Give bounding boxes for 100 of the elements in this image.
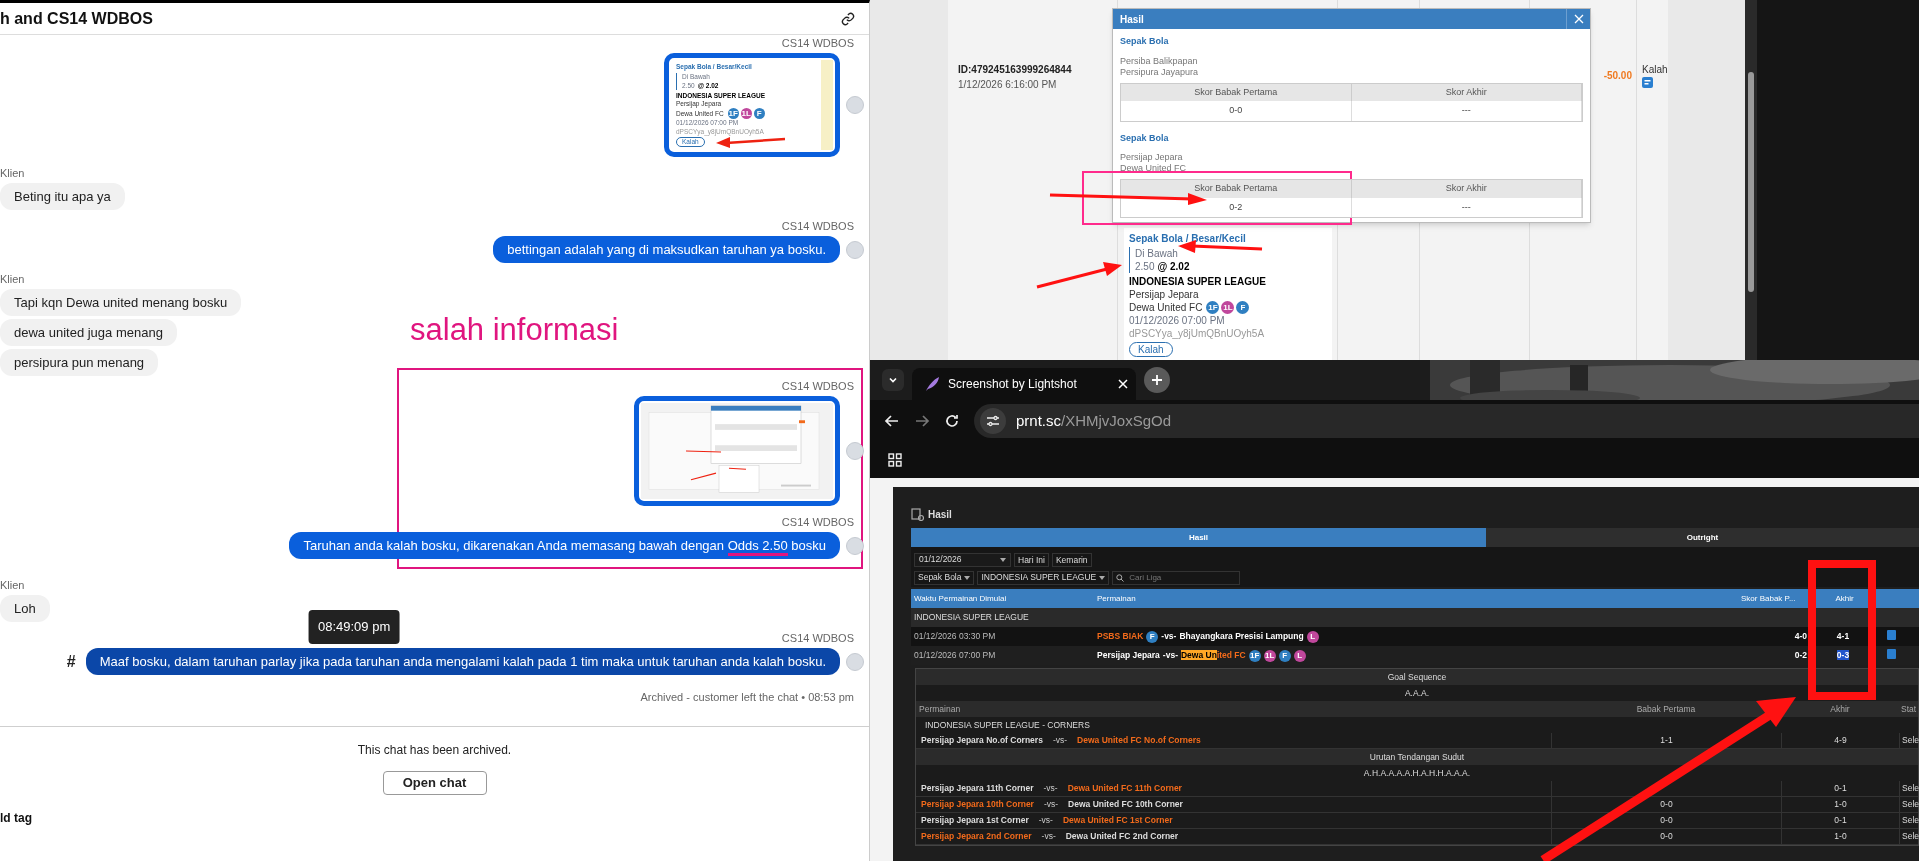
message-bubble: dewa united juga menang: [0, 319, 177, 347]
table-cell: 0-1: [1834, 782, 1847, 795]
hash-icon[interactable]: #: [66, 649, 76, 674]
message-bubble: Loh: [0, 595, 50, 623]
apps-grid-icon[interactable]: [888, 453, 902, 467]
table-cell: 0-0: [1660, 830, 1673, 843]
sliders-icon: [986, 415, 1000, 427]
message-bubble: persipura pun menang: [0, 349, 159, 377]
tab-title: Screenshot by Lightshot: [948, 376, 1078, 393]
annotation-arrow: [716, 135, 786, 149]
date-value: 01/12/2026: [919, 553, 962, 566]
column-header: Waktu Permainan Dimulai: [913, 592, 1008, 605]
page-title: Hasil: [928, 508, 952, 522]
today-button[interactable]: Hari Ini: [1014, 552, 1049, 567]
sender-name: CS14 WDBOS: [780, 516, 854, 530]
corner-match: Persijap Jepara 1st Corner -vs- Dewa United FC 1st Corner: [920, 814, 1174, 827]
team-name: Persijap Jepara: [1097, 649, 1160, 662]
home-team: Persijap Jepara: [1129, 288, 1199, 301]
table-cell: Sele: [1902, 830, 1919, 843]
link-icon[interactable]: [841, 11, 855, 26]
table-cell: ---: [1351, 197, 1582, 217]
caret-icon: [1000, 557, 1006, 562]
message-bubble: Maaf bosku, dalam taruhan parlay jika pada taruhan anda mengalami kalah pada 1 tim maka untuk taruhan anda kalah bosku.: [85, 648, 840, 676]
table-cell: 0-3: [1836, 650, 1850, 661]
url-text: prnt.sc/XHMjvJoxSgOd: [1016, 410, 1172, 431]
versus-label: -vs-: [1162, 649, 1178, 662]
badge: F: [753, 108, 765, 120]
close-icon: [1573, 14, 1584, 24]
yesterday-button[interactable]: Kemarin: [1051, 552, 1092, 567]
message-bubble: Tapi kqn Dewa united menang bosku: [0, 289, 242, 317]
column-header: Permainan: [918, 702, 962, 716]
detail-icon[interactable]: [1642, 77, 1653, 88]
open-chat-button[interactable]: Open chat: [382, 770, 487, 795]
table-cell: Sele: [1902, 814, 1919, 827]
column-header: Stat: [1900, 702, 1918, 716]
badge: 1L: [1221, 301, 1235, 314]
avatar-icon: [846, 652, 864, 671]
search-icon: [1116, 573, 1125, 582]
team-name: PSBS BIAK: [1097, 630, 1144, 643]
tab-list-button[interactable]: [882, 369, 904, 391]
table-cell: 1-1: [1660, 734, 1673, 747]
browser-tab[interactable]: Screenshot by Lightshot: [912, 368, 1136, 400]
message-bubble: Beting itu apa ya: [0, 183, 125, 211]
date-select[interactable]: 01/12/2026: [914, 552, 1011, 567]
badge: L: [1293, 649, 1306, 662]
info-icon[interactable]: [1887, 648, 1896, 659]
address-bar[interactable]: prnt.sc/XHMjvJoxSgOd: [974, 404, 1919, 438]
group-row-text: INDONESIA SUPER LEAGUE - CORNERS: [924, 718, 1091, 732]
sport-select[interactable]: Sepak Bola: [914, 570, 975, 585]
table-cell-text: 0-2: [1793, 649, 1808, 662]
screenshot-thumbnail[interactable]: [641, 403, 833, 500]
badge: F: [1236, 301, 1250, 314]
table-cell: 0-0: [1660, 814, 1673, 827]
section-title: Goal Sequence: [916, 669, 1918, 685]
badge: 1L: [1263, 649, 1276, 662]
corner-match: Persijap Jepara 10th Corner -vs- Dewa United FC 10th Corner: [920, 798, 1184, 811]
avatar-icon: [846, 536, 864, 555]
tab[interactable]: Hasil: [911, 528, 1486, 547]
timestamp-tooltip: 08:49:09 pm: [308, 610, 400, 644]
team-name: Persijap Jepara: [1120, 152, 1184, 163]
away-team: Dewa United FC: [1129, 301, 1203, 314]
league-search-field[interactable]: Cari Liga: [1112, 570, 1241, 585]
avatar-icon: [846, 442, 864, 461]
corner-match: Persijap Jepara No.of Corners -vs- Dewa United FC No.of Corners: [920, 734, 1202, 747]
scrollbar-thumb[interactable]: [1748, 72, 1754, 292]
league-row: INDONESIA SUPER LEAGUE: [911, 608, 1919, 627]
status-note: Archived - customer left the chat • 08:53 pm: [639, 690, 854, 706]
column-header: Babak Pertama: [1635, 702, 1697, 716]
caret-icon: [1099, 575, 1106, 580]
bet-id: ID:479245163999264844: [958, 63, 1073, 77]
reload-icon[interactable]: [944, 413, 960, 429]
sender-name: Klien: [0, 579, 26, 593]
bet-time: 1/12/2026 6:16:00 PM: [958, 78, 1058, 92]
message-bubble: Taruhan anda kalah bosku, dikarenakan Anda memasang bawah dengan Odds 2.50 bosku: [289, 532, 840, 560]
sender-name: CS14 WDBOS: [780, 220, 854, 234]
league-select[interactable]: INDONESIA SUPER LEAGUE: [977, 570, 1110, 585]
badge: 1F: [727, 108, 739, 120]
back-icon[interactable]: [884, 413, 900, 429]
plus-icon: [1151, 374, 1163, 386]
result-label: Kalah: [1642, 63, 1668, 77]
avatar-icon: [846, 240, 864, 259]
results-icon: [911, 508, 924, 521]
site-settings-button[interactable]: [980, 408, 1006, 434]
section-title: Urutan Tendangan Sudut: [916, 749, 1918, 765]
table-cell: Sele: [1902, 798, 1919, 811]
column-header: Skor Akhir: [1351, 83, 1582, 101]
goal-sequence: A.A.A.: [1403, 686, 1431, 700]
dialog-title: Hasil: [1120, 12, 1144, 27]
table-cell: 4-9: [1834, 734, 1847, 747]
team-name: Persiba Balikpapan: [1120, 55, 1199, 67]
forward-icon[interactable]: [914, 413, 930, 429]
close-icon[interactable]: [1118, 379, 1128, 389]
column-header: Akhir: [1829, 702, 1851, 716]
sender-name: Klien: [0, 167, 26, 181]
table-cell-text: 4-0: [1793, 630, 1808, 643]
table-cell: 4-1: [1836, 631, 1850, 642]
info-icon[interactable]: [1887, 629, 1896, 640]
column-header: Skor Babak Pertama: [1121, 83, 1352, 101]
avatar-icon: [846, 96, 864, 115]
tab[interactable]: Outright: [1486, 528, 1919, 547]
